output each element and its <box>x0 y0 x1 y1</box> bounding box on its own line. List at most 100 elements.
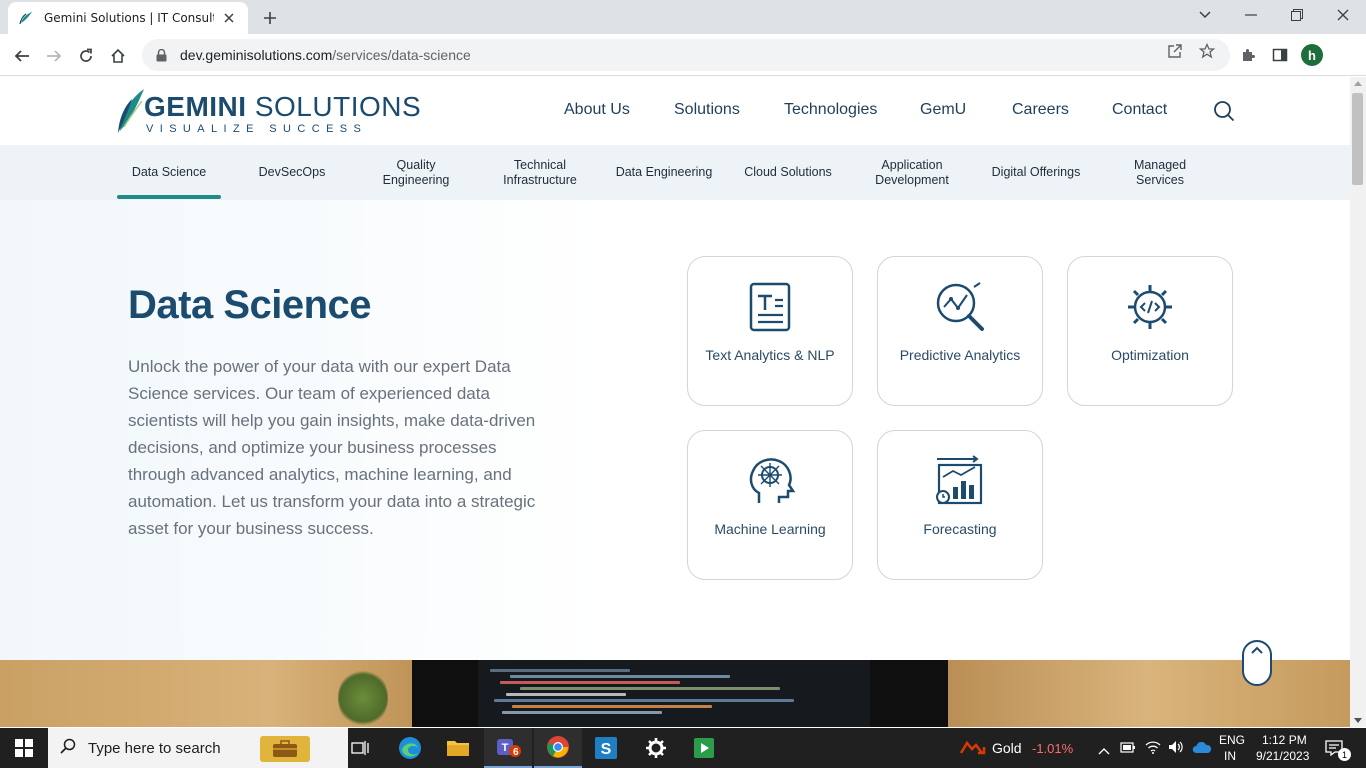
share-icon[interactable] <box>1166 42 1184 60</box>
browser-tab[interactable]: Gemini Solutions | IT Consulting <box>8 2 248 34</box>
hero-section: Data Science Unlock the power of your da… <box>0 200 1350 660</box>
subnav-technical-infrastructure[interactable]: Technical Infrastructure <box>488 145 592 200</box>
site-search-icon[interactable] <box>1212 99 1236 123</box>
browser-toolbar: dev.geminisolutions.com/services/data-sc… <box>0 34 1366 76</box>
teams-badge: 6 <box>513 747 519 758</box>
address-bar[interactable]: dev.geminisolutions.com/services/data-sc… <box>142 39 1230 71</box>
svg-text:T: T <box>502 742 509 754</box>
card-predictive-analytics[interactable]: Predictive Analytics <box>877 256 1043 406</box>
card-label: Predictive Analytics <box>899 347 1021 363</box>
wifi-icon[interactable] <box>1145 740 1161 759</box>
taskbar-search-box[interactable]: Type here to search <box>48 728 348 768</box>
tab-search-icon[interactable] <box>1182 0 1228 30</box>
app-s-icon[interactable]: S <box>582 728 630 768</box>
scrollbar-thumb[interactable] <box>1352 93 1363 185</box>
close-tab-icon[interactable] <box>220 9 238 27</box>
settings-gear-icon[interactable] <box>632 728 680 768</box>
battery-icon[interactable] <box>1120 740 1136 759</box>
url-text: dev.geminisolutions.com/services/data-sc… <box>180 47 471 63</box>
file-explorer-icon[interactable] <box>434 728 482 768</box>
nav-about-us[interactable]: About Us <box>564 101 630 119</box>
card-label: Forecasting <box>923 521 997 537</box>
restore-icon[interactable] <box>1274 0 1320 30</box>
gemini-leaf-logo-icon <box>118 89 144 133</box>
forward-arrow-icon[interactable] <box>41 43 67 69</box>
logo-word-bold: GEMINI <box>144 91 247 122</box>
subnav-data-engineering[interactable]: Data Engineering <box>612 145 716 200</box>
card-forecasting[interactable]: Forecasting <box>877 430 1043 580</box>
search-icon <box>60 738 76 759</box>
scroll-down-arrow-icon[interactable] <box>1354 718 1362 723</box>
card-optimization[interactable]: Optimization <box>1067 256 1233 406</box>
url-domain: dev.geminisolutions.com <box>180 47 333 63</box>
subnav-quality-engineering[interactable]: Quality Engineering <box>364 145 468 200</box>
scroll-to-top-button[interactable] <box>1242 640 1272 686</box>
bar-chart-clock-icon <box>932 453 988 509</box>
stock-trend-icon[interactable] <box>959 739 986 762</box>
show-hidden-icons-icon[interactable] <box>1098 742 1110 760</box>
language-top[interactable]: ENG <box>1219 733 1245 747</box>
reload-icon[interactable] <box>73 43 99 69</box>
stock-change: -1.01% <box>1032 741 1074 756</box>
windows-start-icon[interactable] <box>0 728 48 768</box>
back-arrow-icon[interactable] <box>9 43 35 69</box>
subnav-managed-services[interactable]: Managed Services <box>1108 145 1212 200</box>
magnifier-chart-icon <box>932 279 988 335</box>
subnav-data-science[interactable]: Data Science <box>117 145 221 200</box>
windows-taskbar: Type here to search T 6 S Gold -1.01% EN… <box>0 728 1366 768</box>
tab-strip: Gemini Solutions | IT Consulting <box>0 0 1366 34</box>
page-scrollbar[interactable] <box>1350 77 1366 727</box>
language-bottom[interactable]: IN <box>1224 749 1236 763</box>
media-player-icon[interactable] <box>680 728 728 768</box>
notification-count-badge: 1 <box>1338 748 1351 761</box>
clock-time[interactable]: 1:12 PM <box>1262 733 1307 747</box>
nav-gemu[interactable]: GemU <box>920 101 966 119</box>
scroll-up-arrow-icon[interactable] <box>1354 81 1362 86</box>
services-subnav: Data Science DevSecOps Quality Engineeri… <box>0 145 1350 200</box>
card-label: Optimization <box>1111 347 1189 363</box>
minimize-icon[interactable] <box>1228 0 1274 30</box>
active-subnav-underline <box>117 195 221 199</box>
gemini-logo[interactable]: GEMINI SOLUTIONS VISUALIZE SUCCESS <box>116 85 421 137</box>
clock-date[interactable]: 9/21/2023 <box>1256 749 1309 763</box>
card-text-analytics[interactable]: Text Analytics & NLP <box>687 256 853 406</box>
logo-word-light: SOLUTIONS <box>246 91 422 122</box>
page-viewport: GEMINI SOLUTIONS VISUALIZE SUCCESS About… <box>0 77 1350 727</box>
nav-contact[interactable]: Contact <box>1112 101 1167 119</box>
side-panel-icon[interactable] <box>1268 43 1292 67</box>
bookmark-star-icon[interactable] <box>1198 42 1216 60</box>
close-window-icon[interactable] <box>1320 0 1366 30</box>
taskbar-search-placeholder: Type here to search <box>88 739 221 757</box>
page-title: Data Science <box>128 283 372 327</box>
tab-title: Gemini Solutions | IT Consulting <box>44 11 214 25</box>
onedrive-cloud-icon[interactable] <box>1192 741 1212 759</box>
volume-icon[interactable] <box>1168 740 1184 759</box>
briefcase-icon[interactable] <box>260 736 310 762</box>
card-label: Machine Learning <box>714 521 826 537</box>
profile-avatar[interactable]: h <box>1301 44 1323 66</box>
task-view-icon[interactable] <box>336 728 384 768</box>
new-tab-button[interactable] <box>258 6 282 30</box>
chevron-up-icon <box>1251 646 1263 654</box>
edge-browser-icon[interactable] <box>386 728 434 768</box>
nav-careers[interactable]: Careers <box>1012 101 1069 119</box>
hero-description: Unlock the power of your data with our e… <box>128 357 536 538</box>
plant-graphic <box>338 668 388 727</box>
subnav-cloud-solutions[interactable]: Cloud Solutions <box>736 145 840 200</box>
lock-icon[interactable] <box>156 48 170 62</box>
extensions-puzzle-icon[interactable] <box>1236 43 1260 67</box>
teams-icon[interactable]: T 6 <box>484 728 532 768</box>
workspace-photo <box>0 660 1350 727</box>
nav-solutions[interactable]: Solutions <box>674 101 740 119</box>
gemini-favicon-icon <box>18 10 34 26</box>
chrome-icon[interactable] <box>534 728 582 768</box>
subnav-application-development[interactable]: Application Development <box>860 145 964 200</box>
subnav-digital-offerings[interactable]: Digital Offerings <box>984 145 1088 200</box>
subnav-devsecops[interactable]: DevSecOps <box>240 145 344 200</box>
head-brain-icon <box>742 453 798 509</box>
home-icon[interactable] <box>105 43 131 69</box>
nav-technologies[interactable]: Technologies <box>784 101 877 119</box>
gear-code-icon <box>1122 279 1178 335</box>
svg-text:S: S <box>601 741 612 758</box>
card-machine-learning[interactable]: Machine Learning <box>687 430 853 580</box>
